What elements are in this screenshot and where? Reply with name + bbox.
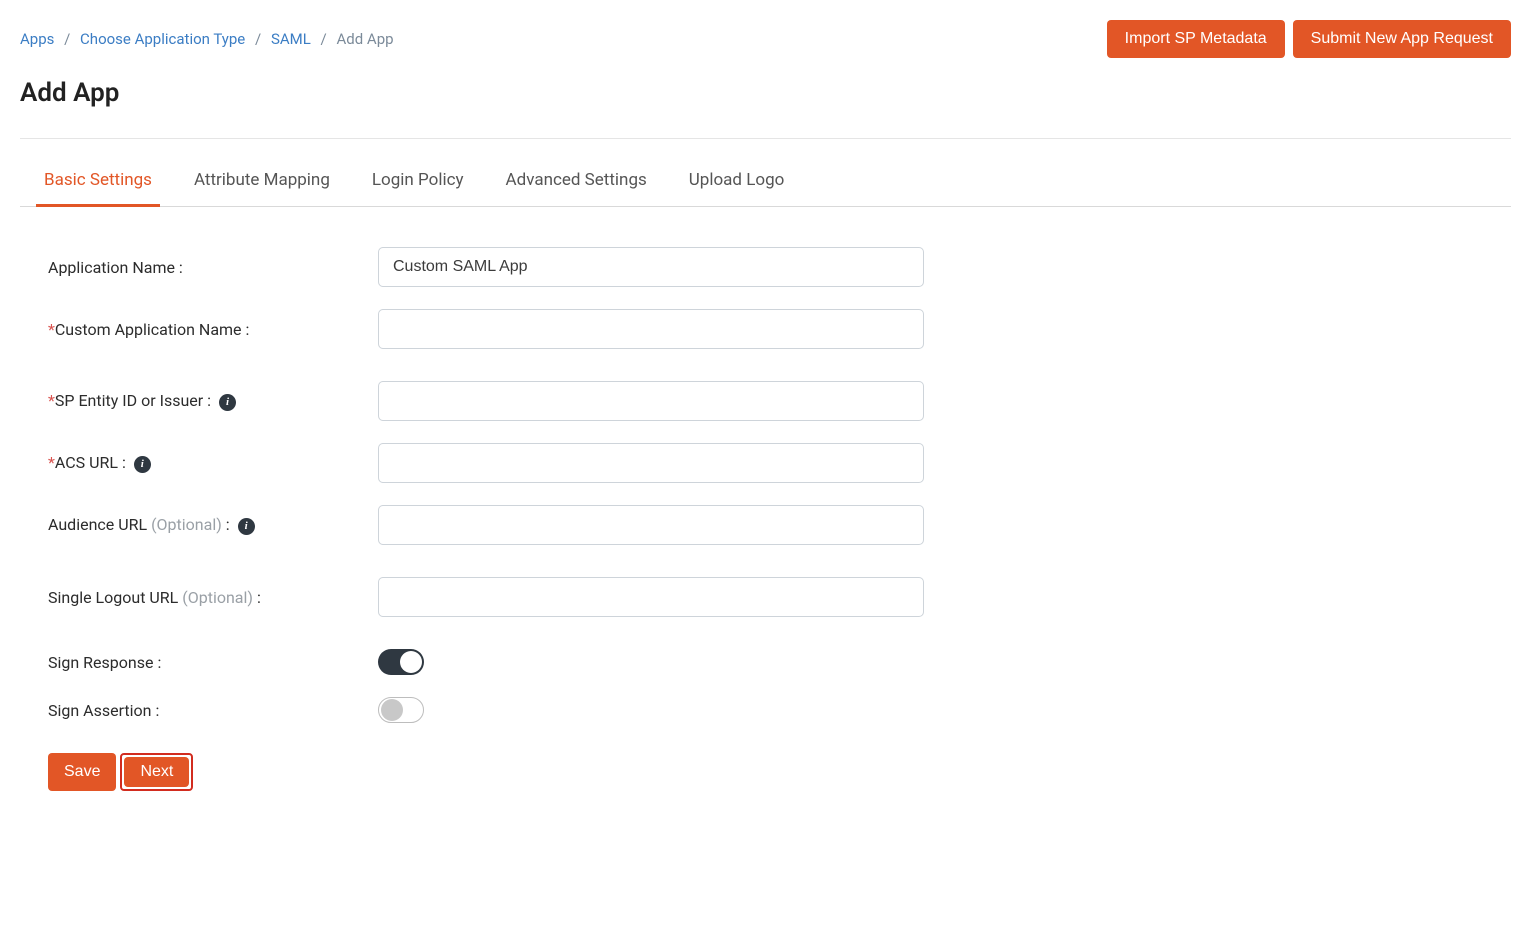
basic-settings-form: Application Name : *Custom Application N… — [20, 207, 1511, 811]
divider — [20, 138, 1511, 139]
application-name-label: Application Name : — [48, 258, 378, 277]
sp-entity-id-input[interactable] — [378, 381, 924, 421]
tab-upload-logo[interactable]: Upload Logo — [681, 160, 793, 207]
required-asterisk: * — [48, 453, 55, 472]
toggle-knob — [381, 699, 403, 721]
audience-url-label: Audience URL (Optional) : i — [48, 515, 378, 534]
breadcrumb-current: Add App — [336, 30, 393, 48]
breadcrumb-saml[interactable]: SAML — [271, 30, 311, 48]
info-icon[interactable]: i — [134, 456, 151, 473]
info-icon[interactable]: i — [219, 394, 236, 411]
single-logout-url-label: Single Logout URL (Optional) : — [48, 588, 378, 607]
tab-login-policy[interactable]: Login Policy — [364, 160, 472, 207]
tabs: Basic Settings Attribute Mapping Login P… — [20, 159, 1511, 207]
sp-entity-id-label: *SP Entity ID or Issuer : i — [48, 391, 378, 410]
toggle-knob — [400, 651, 422, 673]
breadcrumb-choose-type[interactable]: Choose Application Type — [80, 30, 245, 48]
submit-new-app-request-button[interactable]: Submit New App Request — [1293, 20, 1511, 58]
acs-url-input[interactable] — [378, 443, 924, 483]
sign-response-toggle[interactable] — [378, 649, 424, 675]
breadcrumb-apps[interactable]: Apps — [20, 30, 54, 48]
sign-assertion-toggle[interactable] — [378, 697, 424, 723]
single-logout-url-input[interactable] — [378, 577, 924, 617]
sign-assertion-label: Sign Assertion : — [48, 701, 378, 720]
required-asterisk: * — [48, 391, 55, 410]
page-title: Add App — [20, 78, 1511, 108]
import-sp-metadata-button[interactable]: Import SP Metadata — [1107, 20, 1285, 58]
tab-attribute-mapping[interactable]: Attribute Mapping — [186, 160, 338, 207]
save-button[interactable]: Save — [48, 753, 116, 791]
next-button-highlight: Next — [120, 753, 193, 791]
breadcrumb-sep: / — [321, 30, 327, 48]
custom-application-name-label: *Custom Application Name : — [48, 320, 378, 339]
tab-advanced-settings[interactable]: Advanced Settings — [498, 160, 655, 207]
breadcrumb: Apps / Choose Application Type / SAML / … — [20, 20, 394, 48]
custom-application-name-input[interactable] — [378, 309, 924, 349]
info-icon[interactable]: i — [238, 518, 255, 535]
next-button[interactable]: Next — [124, 757, 189, 787]
breadcrumb-sep: / — [64, 30, 70, 48]
acs-url-label: *ACS URL : i — [48, 453, 378, 472]
sign-response-label: Sign Response : — [48, 653, 378, 672]
tab-basic-settings[interactable]: Basic Settings — [36, 160, 160, 207]
application-name-input[interactable] — [378, 247, 924, 287]
audience-url-input[interactable] — [378, 505, 924, 545]
breadcrumb-sep: / — [255, 30, 261, 48]
required-asterisk: * — [48, 320, 55, 339]
